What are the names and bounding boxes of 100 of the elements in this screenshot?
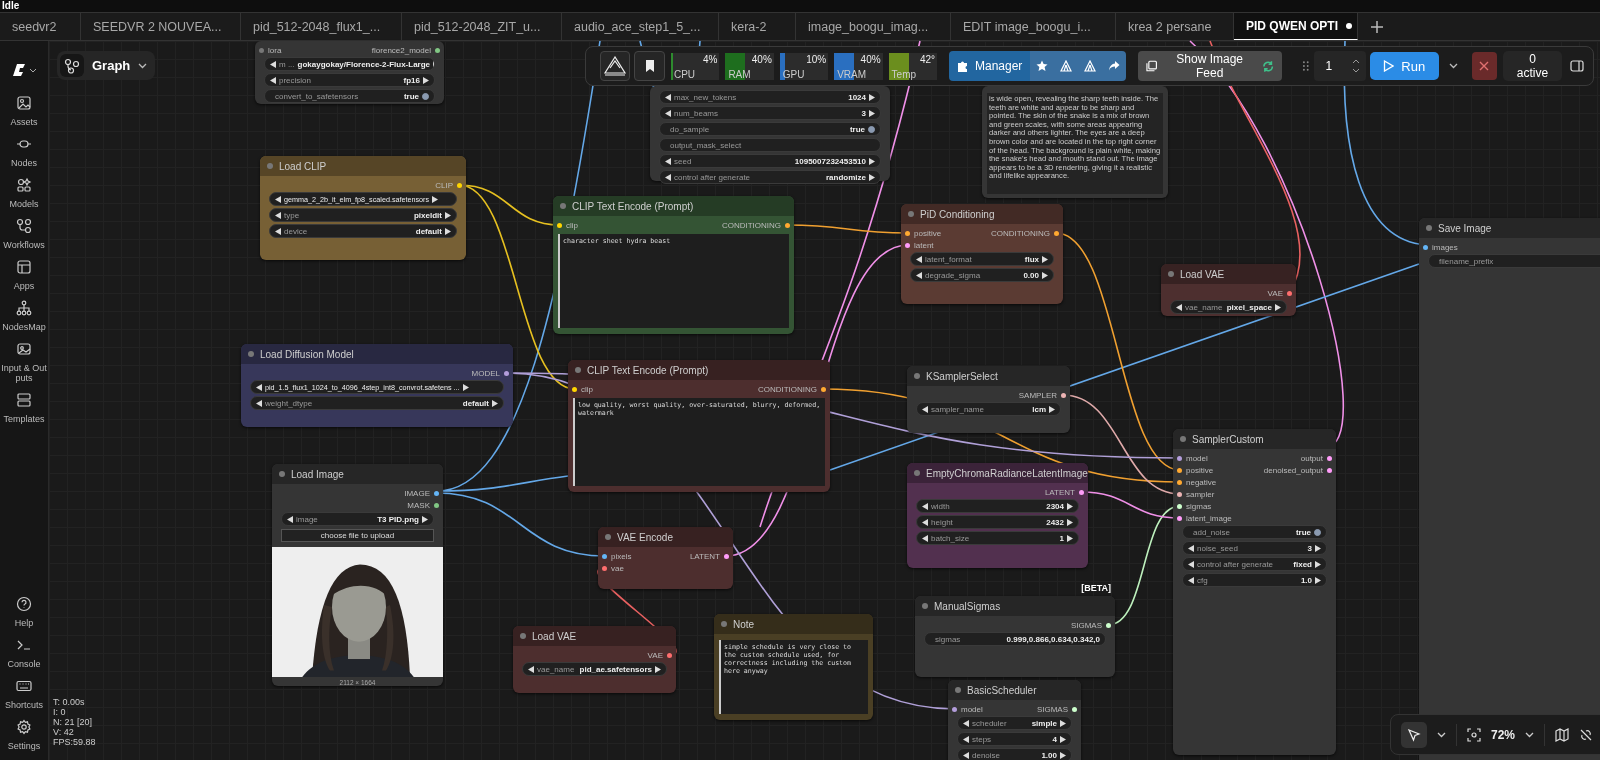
collapse-dot-icon[interactable] [1180, 436, 1186, 442]
image-feed-button[interactable]: Show Image Feed [1138, 51, 1282, 81]
toggle-widget[interactable]: do_sample true [659, 122, 881, 136]
sidebar-item[interactable]: Nodes [1, 136, 47, 168]
toggle-widget[interactable]: convert_to_safetensors true [264, 89, 435, 103]
text-widget[interactable]: output_mask_select [659, 138, 881, 152]
toggle-knob-icon[interactable] [1314, 528, 1321, 536]
collapse-dot-icon[interactable] [922, 603, 928, 609]
workflow-tab[interactable]: SEEDVR 2 NOUVEA... [81, 13, 241, 40]
sidebar-item[interactable]: NodesMap [1, 300, 47, 332]
upload-button[interactable]: choose file to upload [281, 529, 434, 542]
input-slot-icon[interactable] [557, 222, 562, 228]
toggle-knob-icon[interactable] [422, 92, 429, 100]
combo-widget[interactable]: type pixeldit [269, 208, 457, 222]
output-slot-icon[interactable] [821, 386, 826, 392]
node-header[interactable]: SamplerCustom [1173, 429, 1336, 449]
collapse-dot-icon[interactable] [279, 471, 285, 477]
input-slot-icon[interactable] [1177, 491, 1182, 497]
tent-icon[interactable] [1060, 60, 1073, 72]
number-widget[interactable]: noise_seed 3 [1182, 541, 1327, 555]
caret-icon[interactable] [1437, 731, 1446, 738]
output-slot-icon[interactable] [504, 370, 509, 376]
number-widget[interactable]: seed 1095007232453510 [659, 154, 881, 168]
combo-widget[interactable]: vae_name pixel_space [1170, 300, 1287, 314]
node-panel[interactable]: BasicScheduler model SIGMAS scheduler simple steps 4 denoise 1.00 [948, 680, 1081, 760]
graph-menu-button[interactable]: Graph [57, 51, 155, 80]
combo-widget[interactable]: control after generate fixed [1182, 557, 1327, 571]
combo-widget[interactable]: control after generate randomize [659, 170, 881, 184]
sidebar-item[interactable]: Console [1, 637, 47, 669]
input-slot-icon[interactable] [1177, 503, 1182, 509]
node-header[interactable]: Save Image [1419, 218, 1600, 238]
left-arrow-icon[interactable] [1176, 303, 1182, 311]
node-header[interactable]: ManualSigmas [915, 596, 1115, 616]
zoom-level[interactable]: 72% [1491, 727, 1516, 742]
combo-widget[interactable]: weight_dtype default [250, 396, 504, 410]
combo-widget[interactable]: vae_name pid_ae.safetensors [522, 662, 667, 676]
stop-button[interactable] [1471, 52, 1497, 80]
node-header[interactable]: EmptyChromaRadianceLatentImage [907, 463, 1088, 483]
combo-widget[interactable]: scheduler simple [957, 716, 1072, 730]
collapse-dot-icon[interactable] [955, 687, 961, 693]
node-header[interactable]: Load VAE [513, 626, 676, 646]
input-slot-icon[interactable] [1177, 479, 1182, 485]
fit-view-icon[interactable] [1467, 727, 1481, 742]
node-panel[interactable]: lora florence2_model m ... gokaygokay/Florence-2-Flux-Large precision fp16 convert_to_safetensors true [255, 41, 444, 104]
input-slot-icon[interactable] [259, 47, 264, 53]
number-widget[interactable]: denoise 1.00 [957, 748, 1072, 760]
output-slot-icon[interactable] [667, 652, 672, 658]
collapse-dot-icon[interactable] [605, 534, 611, 540]
workflow-tab[interactable]: pid_512-2048_flux1_... [241, 13, 402, 40]
collapse-dot-icon[interactable] [575, 367, 581, 373]
toggle-knob-icon[interactable] [868, 125, 875, 133]
collapse-dot-icon[interactable] [560, 203, 566, 209]
right-arrow-icon[interactable] [1049, 405, 1055, 413]
left-arrow-icon[interactable] [922, 405, 928, 413]
queue-button[interactable]: 0 active [1502, 51, 1563, 81]
node-header[interactable]: CLIP Text Encode (Prompt) [553, 196, 794, 216]
input-slot-icon[interactable] [905, 230, 910, 236]
input-slot-icon[interactable] [602, 553, 607, 559]
text-widget[interactable]: sigmas 0.999,0.866,0.634,0.342,0 [924, 632, 1106, 646]
number-widget[interactable]: steps 4 [957, 732, 1072, 746]
output-slot-icon[interactable] [434, 490, 439, 496]
number-widget[interactable]: max_new_tokens 1024 [659, 90, 881, 104]
workflow-tab[interactable]: EDIT image_boogu_i... [951, 13, 1116, 40]
manager-button[interactable]: Manager [949, 51, 1031, 81]
collapse-dot-icon[interactable] [914, 470, 920, 476]
number-widget[interactable]: batch_size 1 [916, 531, 1079, 545]
run-button[interactable]: Run [1369, 52, 1439, 80]
sidebar-item[interactable]: Workflows [1, 218, 47, 250]
node-header[interactable]: Load Image [272, 464, 443, 484]
workflow-tab[interactable]: seedvr2 [0, 13, 81, 40]
node-panel[interactable]: Load VAE VAE vae_name pid_ae.safetensors [513, 626, 676, 693]
output-slot-icon[interactable] [435, 47, 440, 53]
node-panel[interactable]: Load VAE VAE vae_name pixel_space [1161, 264, 1296, 316]
node-panel[interactable]: EmptyChromaRadianceLatentImage LATENT width 2304 height 2432 batch_size 1 [907, 463, 1088, 568]
number-widget[interactable]: num_beams 3 [659, 106, 881, 120]
plus-icon[interactable] [1370, 19, 1384, 34]
workflow-tab[interactable]: image_boogu_imag... [796, 13, 951, 40]
number-widget[interactable]: width 2304 [916, 499, 1079, 513]
collapse-dot-icon[interactable] [248, 351, 254, 357]
node-header[interactable]: PiD Conditioning [901, 204, 1063, 224]
node-header[interactable]: KSamplerSelect [907, 366, 1070, 386]
collapse-dot-icon[interactable] [721, 621, 727, 627]
sidebar-item[interactable]: Shortcuts [1, 678, 47, 710]
number-widget[interactable]: height 2432 [916, 515, 1079, 529]
output-slot-icon[interactable] [1327, 467, 1332, 473]
output-slot-icon[interactable] [1106, 622, 1111, 628]
share-icon[interactable] [1108, 60, 1121, 72]
input-slot-icon[interactable] [905, 242, 910, 248]
caret-icon[interactable] [1525, 731, 1535, 738]
collapse-dot-icon[interactable] [267, 163, 273, 169]
output-slot-icon[interactable] [1079, 489, 1084, 495]
output-slot-icon[interactable] [724, 553, 729, 559]
node-panel[interactable]: VAE Encode pixels LATENT vae [598, 527, 733, 589]
output-slot-icon[interactable] [1327, 455, 1332, 461]
batch-count-field[interactable]: 1 [1313, 51, 1366, 81]
input-slot-icon[interactable] [1423, 244, 1428, 250]
node-panel[interactable]: SamplerCustom model output positive denoised_output negative sampler sigmas latent_image add_noise true noise_seed 3 control after generate fixed cfg 1.0 [1173, 429, 1336, 755]
workflow-tab[interactable]: audio_ace_step1_5_... [562, 13, 719, 40]
collapse-dot-icon[interactable] [1168, 271, 1174, 277]
input-slot-icon[interactable] [952, 706, 957, 712]
